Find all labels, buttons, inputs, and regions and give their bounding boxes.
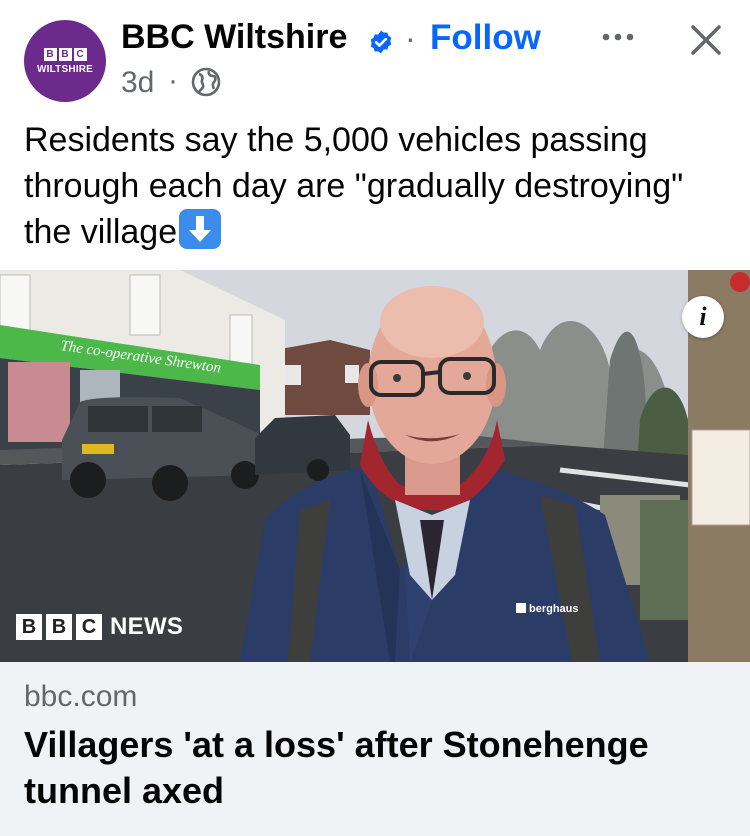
link-domain: bbc.com: [24, 680, 138, 713]
avatar-subtitle: WILTSHIRE: [36, 63, 94, 75]
post-header: B B C WILTSHIRE BBC Wiltshire · Follow 3…: [0, 0, 750, 110]
watermark-block: C: [76, 614, 102, 640]
follow-button[interactable]: Follow: [430, 18, 541, 58]
watermark-block: B: [16, 614, 42, 640]
name-separator: ·: [405, 20, 416, 56]
avatar-logo-block: B: [43, 47, 57, 61]
bbc-news-watermark: B B C NEWS: [16, 613, 183, 641]
info-icon[interactable]: i: [682, 296, 724, 338]
avatar-logo-block: B: [58, 47, 72, 61]
close-icon[interactable]: [688, 22, 724, 58]
watermark-news-text: NEWS: [110, 613, 184, 640]
verified-badge-icon: [370, 30, 392, 54]
link-title[interactable]: Villagers 'at a loss' after Stonehenge t…: [24, 722, 724, 814]
post-caption: Residents say the 5,000 vehicles passing…: [24, 117, 734, 255]
avatar-logo: B B C: [43, 47, 87, 61]
photo-scene: The co-operative Shrewton berghaus: [0, 270, 750, 662]
caption-text: Residents say the 5,000 vehicles passing…: [24, 121, 684, 251]
globe-icon: [191, 67, 221, 97]
article-photo[interactable]: The co-operative Shrewton berghaus: [0, 270, 750, 662]
down-arrow-emoji-icon: [179, 209, 222, 249]
timestamp-separator: ·: [168, 64, 178, 97]
page-name[interactable]: BBC Wiltshire: [121, 18, 347, 57]
more-options-icon[interactable]: [598, 22, 638, 52]
avatar-logo-block: C: [73, 47, 87, 61]
post-timestamp[interactable]: 3d: [121, 66, 154, 100]
watermark-block: B: [46, 614, 72, 640]
page-avatar[interactable]: B B C WILTSHIRE: [24, 20, 106, 102]
jacket-brand-text: berghaus: [529, 603, 579, 615]
